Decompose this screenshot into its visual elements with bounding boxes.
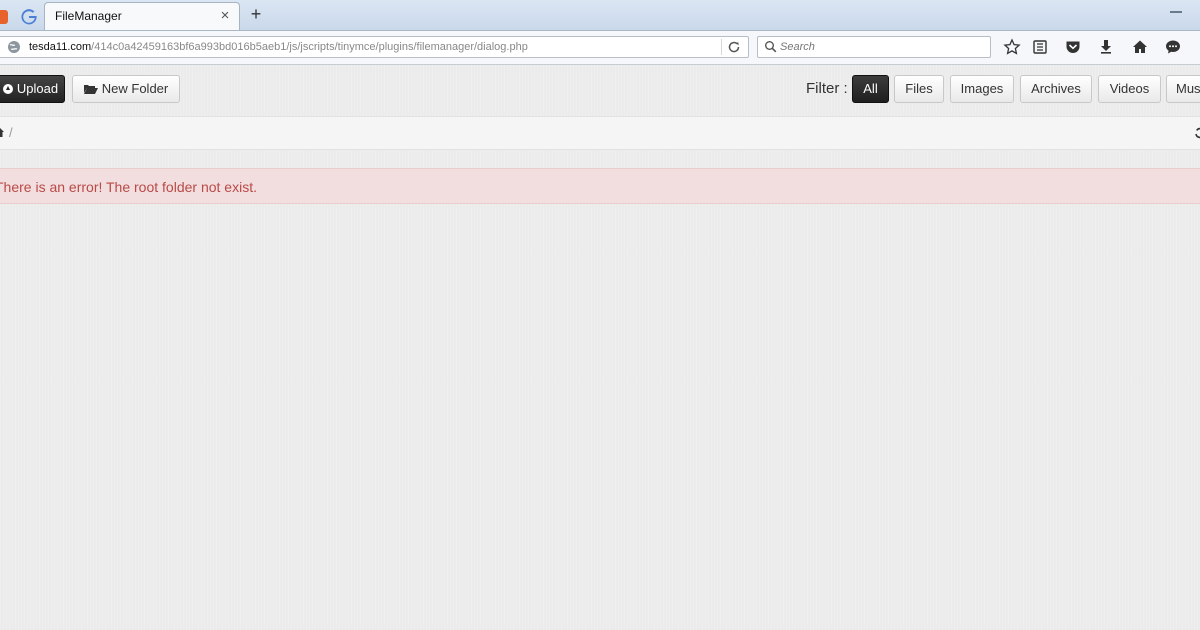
pocket-icon[interactable]: [1064, 38, 1082, 56]
navigation-bar: tesda11.com/414c0a42459163bf6a993bd016b5…: [0, 31, 1200, 65]
search-icon: [765, 41, 777, 53]
minimize-button[interactable]: [1136, 0, 1200, 22]
folder-open-icon: [83, 85, 98, 94]
breadcrumb-separator: /: [9, 125, 13, 140]
upload-icon: [2, 84, 13, 94]
filter-music-button[interactable]: Music: [1166, 75, 1200, 103]
upload-button[interactable]: Upload: [0, 75, 65, 103]
filter-all-button[interactable]: All: [852, 75, 889, 103]
tab-title: FileManager: [55, 9, 122, 23]
tab-bar: FileManager × +: [0, 0, 1200, 31]
tab-filemanager[interactable]: FileManager ×: [44, 2, 240, 30]
filter-videos-button[interactable]: Videos: [1098, 75, 1161, 103]
close-tab-icon[interactable]: ×: [217, 7, 233, 24]
url-host: tesda11.com: [29, 41, 92, 53]
pinned-tab-icon: [0, 10, 8, 24]
url-bar[interactable]: tesda11.com/414c0a42459163bf6a993bd016b5…: [0, 36, 749, 58]
refresh-icon[interactable]: [1194, 127, 1200, 139]
search-bar[interactable]: [757, 36, 991, 58]
url-divider: [721, 39, 722, 55]
error-message: There is an error! The root folder not e…: [0, 179, 257, 195]
breadcrumb-home-icon[interactable]: [0, 127, 4, 137]
chat-icon[interactable]: [1164, 38, 1182, 56]
home-icon[interactable]: [1131, 38, 1149, 56]
new-folder-label: New Folder: [101, 81, 169, 96]
pinned-tab[interactable]: [0, 4, 9, 28]
search-input[interactable]: [780, 38, 980, 56]
minimize-icon: [1170, 11, 1182, 13]
url-text: tesda11.com/414c0a42459163bf6a993bd016b5…: [29, 41, 719, 53]
reload-icon[interactable]: [727, 40, 741, 54]
filter-archives-button[interactable]: Archives: [1020, 75, 1092, 103]
new-folder-button[interactable]: New Folder: [72, 75, 180, 103]
new-tab-icon[interactable]: +: [248, 4, 264, 25]
breadcrumb: /: [0, 116, 1200, 150]
filemanager-page: Upload New Folder Filter : All Files Ima…: [0, 65, 1200, 630]
filter-files-button[interactable]: Files: [894, 75, 944, 103]
reading-list-icon[interactable]: [1031, 38, 1049, 56]
url-path: /414c0a42459163bf6a993bd016b5aeb1/js/jsc…: [91, 41, 528, 53]
star-icon[interactable]: [1003, 38, 1021, 56]
upload-label: Upload: [16, 81, 59, 96]
filter-images-button[interactable]: Images: [950, 75, 1014, 103]
error-alert: There is an error! The root folder not e…: [0, 168, 1200, 204]
pinned-tab-google[interactable]: [14, 4, 44, 28]
filter-label: Filter :: [806, 80, 848, 97]
globe-icon: [8, 41, 20, 53]
google-icon: [21, 9, 37, 25]
download-icon[interactable]: [1097, 38, 1115, 56]
